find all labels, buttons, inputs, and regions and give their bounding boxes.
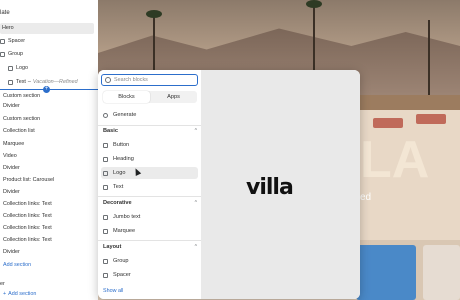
palm-tree-image — [146, 10, 162, 18]
marquee-icon — [103, 228, 108, 234]
block-item-button[interactable]: Button — [101, 139, 198, 151]
category-decorative[interactable]: Decorative ^ — [103, 200, 197, 206]
sidebar-item-label: Text — [16, 79, 26, 85]
block-tabs: Blocks Apps — [103, 91, 197, 103]
sidebar-item-divider[interactable]: Divider — [3, 247, 20, 258]
sidebar-item-video[interactable]: Video — [3, 151, 17, 162]
sidebar-header: late — [0, 10, 10, 16]
search-placeholder: Search blocks — [114, 77, 148, 83]
sidebar-item-collection-links[interactable]: Collection links: Text — [3, 223, 52, 234]
collection-image-card — [423, 245, 460, 300]
chevron-up-icon: ^ — [194, 128, 197, 134]
sidebar-item-group[interactable]: Group — [0, 49, 23, 60]
sidebar-item-collection-links[interactable]: Collection links: Text — [3, 211, 52, 222]
block-item-jumbo-text[interactable]: Jumbo text — [101, 211, 198, 223]
sidebar-item-collection-list[interactable]: Collection list — [3, 126, 35, 137]
sidebar-item-label: Logo — [16, 65, 28, 71]
show-all-link[interactable]: Show all — [103, 288, 123, 294]
sidebar-item-hero[interactable]: Hero — [0, 23, 94, 34]
chevron-up-icon: ^ — [194, 244, 197, 250]
tab-blocks[interactable]: Blocks — [103, 91, 150, 103]
lounge-chair-image — [373, 118, 403, 128]
sidebar-item-label: Spacer — [8, 38, 26, 44]
sidebar-item-divider[interactable]: Divider — [3, 101, 20, 112]
logo-preview: villa — [246, 175, 294, 200]
footer-add-section-button[interactable]: + Add section — [3, 289, 36, 300]
divider — [98, 240, 201, 241]
text-icon — [8, 80, 13, 85]
text-icon — [103, 184, 108, 190]
chevron-up-icon: ^ — [194, 200, 197, 206]
group-icon — [103, 258, 108, 264]
tab-apps[interactable]: Apps — [150, 91, 197, 103]
button-icon — [103, 142, 108, 148]
collection-image-card — [356, 245, 416, 300]
generate-button[interactable]: Generate — [101, 109, 198, 121]
sidebar-item-divider[interactable]: Divider — [3, 187, 20, 198]
sparkle-icon — [103, 112, 108, 118]
jumbo-text-icon — [103, 214, 108, 220]
section-sidebar: late Hero Spacer Group Logo Text – Vacat… — [0, 0, 99, 300]
spacer-icon — [0, 39, 5, 44]
divider — [98, 196, 201, 197]
hero-heading: LA — [360, 131, 430, 189]
search-icon — [105, 77, 111, 83]
category-basic[interactable]: Basic ^ — [103, 128, 197, 134]
sidebar-item-collection-links[interactable]: Collection links: Text — [3, 199, 52, 210]
logo-icon — [8, 66, 13, 71]
spacer-icon — [103, 272, 108, 278]
block-item-marquee[interactable]: Marquee — [101, 225, 198, 237]
sidebar-item-product-list[interactable]: Product list: Carousel — [3, 175, 54, 186]
group-icon — [0, 52, 5, 57]
search-blocks-input[interactable]: Search blocks — [101, 74, 198, 86]
sidebar-item-custom-section[interactable]: Custom section — [3, 114, 40, 125]
sidebar-item-label: Group — [8, 51, 23, 57]
logo-icon — [103, 170, 108, 176]
hero-subheading: ed — [360, 192, 372, 203]
block-item-group[interactable]: Group — [101, 255, 198, 267]
category-layout[interactable]: Layout ^ — [103, 244, 197, 250]
block-list: Search blocks Blocks Apps Generate Basic… — [98, 70, 202, 299]
lounge-chair-image — [416, 114, 446, 124]
block-item-logo[interactable]: Logo — [101, 167, 198, 179]
block-preview-pane: villa — [201, 70, 360, 299]
block-item-text[interactable]: Text — [101, 181, 198, 193]
add-section-button[interactable]: Add section — [3, 260, 31, 271]
heading-icon — [103, 156, 108, 162]
sidebar-item-spacer[interactable]: Spacer — [0, 36, 25, 47]
divider — [98, 125, 201, 126]
block-item-heading[interactable]: Heading — [101, 153, 198, 165]
insert-plus-icon[interactable]: + — [43, 86, 50, 93]
sidebar-item-marquee[interactable]: Marquee — [3, 139, 24, 150]
add-block-popover: Search blocks Blocks Apps Generate Basic… — [98, 70, 360, 299]
palm-tree-image — [306, 0, 322, 8]
sidebar-item-divider[interactable]: Divider — [3, 163, 20, 174]
block-item-spacer[interactable]: Spacer — [101, 269, 198, 281]
sidebar-item-note: Vacation—Refined — [32, 79, 78, 85]
sidebar-item-logo[interactable]: Logo — [8, 63, 28, 74]
sidebar-item-collection-links[interactable]: Collection links: Text — [3, 235, 52, 246]
sidebar-item-label: Hero — [2, 25, 14, 31]
